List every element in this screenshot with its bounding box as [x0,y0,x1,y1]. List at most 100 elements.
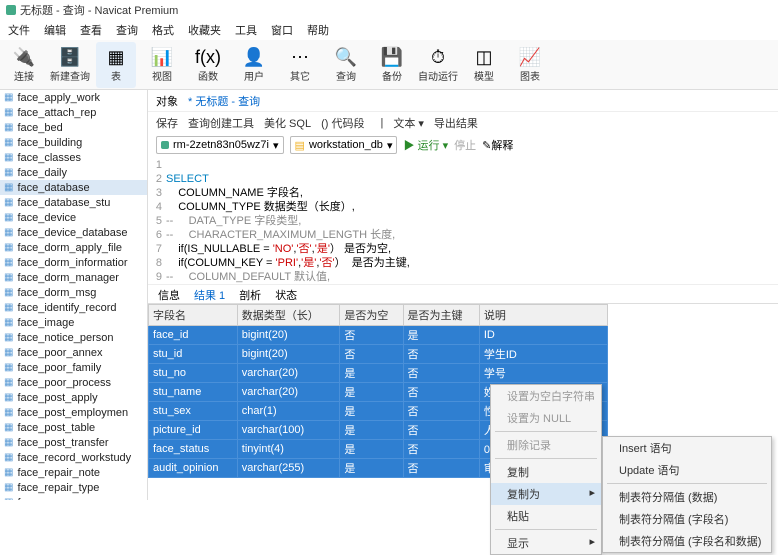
server-combo[interactable]: rm-2zetn83n05wz7i▾ [156,136,284,154]
menu-copy[interactable]: 复制 [491,461,601,483]
sidebar-item-face_image[interactable]: ▦face_image [0,315,147,330]
submenu-update[interactable]: Update 语句 [603,459,771,481]
table-icon: ▦ [4,482,13,493]
column-header[interactable]: 是否为空 [340,305,403,326]
toolbar-视图[interactable]: 📊视图 [142,42,182,88]
text-button[interactable]: 文本 ▾ [393,115,424,131]
menu-display[interactable]: 显示▸ [491,532,601,554]
sidebar-item-face_device[interactable]: ▦face_device [0,210,147,225]
sql-editor[interactable]: 123456789 SELECT COLUMN_NAME 字段名, COLUMN… [148,156,778,284]
sidebar-item-face_notice_person[interactable]: ▦face_notice_person [0,330,147,345]
titlebar: 无标题 - 查询 - Navicat Premium [0,0,778,20]
column-header[interactable]: 数据类型（长） [237,305,340,326]
toolbar-图表[interactable]: 📈图表 [510,42,550,88]
sidebar-item-face_post_table[interactable]: ▦face_post_table [0,420,147,435]
tab-strip: 对象 * 无标题 - 查询 [148,90,778,112]
chevron-right-icon: ▸ [589,486,595,499]
column-header[interactable]: 是否为主键 [403,305,479,326]
menu-set-null[interactable]: 设置为 NULL [491,407,601,429]
sidebar-tree[interactable]: ▦face_apply_work▦face_attach_rep▦face_be… [0,90,148,500]
column-header[interactable]: 字段名 [149,305,238,326]
submenu-tsv-both[interactable]: 制表符分隔值 (字段名和数据) [603,530,771,552]
toolbar-自动运行[interactable]: ⏱自动运行 [418,42,458,88]
sidebar-item-face_poor_process[interactable]: ▦face_poor_process [0,375,147,390]
toolbar-查询[interactable]: 🔍查询 [326,42,366,88]
sidebar-item-face_identify_record[interactable]: ▦face_identify_record [0,300,147,315]
export-button[interactable]: 导出结果 [434,115,478,131]
sidebar-item-face_dorm_manager[interactable]: ▦face_dorm_manager [0,270,147,285]
toolbar-模型[interactable]: ◫模型 [464,42,504,88]
query-builder-button[interactable]: 查询创建工具 [188,115,254,131]
chevron-right-icon: ▸ [589,535,595,548]
menu-item[interactable]: 帮助 [307,22,329,38]
sidebar-item-face_record_workstudy[interactable]: ▦face_record_workstudy [0,450,147,465]
beautify-sql-button[interactable]: 美化 SQL [264,115,311,131]
menu-item[interactable]: 窗口 [271,22,293,38]
sidebar-item-face_classes[interactable]: ▦face_classes [0,150,147,165]
database-combo[interactable]: ▤workstation_db▾ [290,136,398,154]
tab-profile[interactable]: 剖析 [239,287,261,301]
toolbar-表[interactable]: ▦表 [96,42,136,88]
toolbar-连接[interactable]: 🔌连接 [4,42,44,88]
sidebar-item-face_dorm_apply_file[interactable]: ▦face_dorm_apply_file [0,240,147,255]
sidebar-item-face_repair_type[interactable]: ▦face_repair_type [0,480,147,495]
submenu-tsv-data[interactable]: 制表符分隔值 (数据) [603,486,771,508]
menu-item[interactable]: 文件 [8,22,30,38]
explain-button[interactable]: ✎解释 [482,137,513,153]
code-snippet-button[interactable]: () 代码段 [321,115,364,131]
table-row[interactable]: face_idbigint(20)否是ID [149,326,608,345]
column-header[interactable]: 说明 [479,305,607,326]
run-button[interactable]: ▶ 运行 ▾ [403,137,448,153]
menu-item[interactable]: 收藏夹 [188,22,221,38]
sidebar-item-face_apply_work[interactable]: ▦face_apply_work [0,90,147,105]
toolbar-新建查询[interactable]: 🗄️新建查询 [50,42,90,88]
sidebar-item-face_device_database[interactable]: ▦face_device_database [0,225,147,240]
sidebar-item-face_bed[interactable]: ▦face_bed [0,120,147,135]
query-toolbar: 保存 查询创建工具 美化 SQL () 代码段 | 文本 ▾ 导出结果 [148,112,778,134]
menu-paste[interactable]: 粘贴 [491,505,601,527]
sidebar-item-face_post_transfer[interactable]: ▦face_post_transfer [0,435,147,450]
tab-info[interactable]: 信息 [158,287,180,301]
table-icon: ▦ [4,197,13,208]
sidebar-item-face_daily[interactable]: ▦face_daily [0,165,147,180]
save-button[interactable]: 保存 [156,115,178,131]
result-tabs: 信息 结果 1 剖析 状态 [148,284,778,304]
sidebar-item-face_post_apply[interactable]: ▦face_post_apply [0,390,147,405]
table-icon: ▦ [4,377,13,388]
submenu-tsv-fields[interactable]: 制表符分隔值 (字段名) [603,508,771,530]
toolbar-备份[interactable]: 💾备份 [372,42,412,88]
table-icon: ▦ [4,362,13,373]
toolbar-函数[interactable]: f(x)函数 [188,42,228,88]
menu-delete-record[interactable]: 删除记录 [491,434,601,456]
tab-status[interactable]: 状态 [275,287,297,301]
main-toolbar: 🔌连接🗄️新建查询▦表📊视图f(x)函数👤用户⋯其它🔍查询💾备份⏱自动运行◫模型… [0,40,778,90]
toolbar-其它[interactable]: ⋯其它 [280,42,320,88]
sidebar-item-face_database_stu[interactable]: ▦face_database_stu [0,195,147,210]
tab-objects[interactable]: 对象 [156,93,178,109]
menu-copy-as[interactable]: 复制为▸ [491,483,601,505]
menu-item[interactable]: 查询 [116,22,138,38]
menu-item[interactable]: 工具 [235,22,257,38]
submenu-insert[interactable]: Insert 语句 [603,437,771,459]
sidebar-item-face_post_employmen[interactable]: ▦face_post_employmen [0,405,147,420]
sidebar-item-face_attach_rep[interactable]: ▦face_attach_rep [0,105,147,120]
sidebar-item-face_poor_annex[interactable]: ▦face_poor_annex [0,345,147,360]
menu-item[interactable]: 格式 [152,22,174,38]
menu-set-empty[interactable]: 设置为空白字符串 [491,385,601,407]
sidebar-item-face_building[interactable]: ▦face_building [0,135,147,150]
sidebar-item-face_dorm_informatior[interactable]: ▦face_dorm_informatior [0,255,147,270]
sidebar-item-face_room[interactable]: ▦face_room [0,495,147,500]
table-row[interactable]: stu_idbigint(20)否否学生ID [149,345,608,364]
tab-result[interactable]: 结果 1 [194,287,225,301]
sidebar-item-face_database[interactable]: ▦face_database [0,180,147,195]
stop-button[interactable]: 停止 [454,137,476,153]
sidebar-item-face_dorm_msg[interactable]: ▦face_dorm_msg [0,285,147,300]
sidebar-item-face_repair_note[interactable]: ▦face_repair_note [0,465,147,480]
menu-item[interactable]: 编辑 [44,22,66,38]
tab-query[interactable]: * 无标题 - 查询 [188,93,260,109]
sidebar-item-face_poor_family[interactable]: ▦face_poor_family [0,360,147,375]
table-row[interactable]: stu_novarchar(20)是否学号 [149,364,608,383]
toolbar-用户[interactable]: 👤用户 [234,42,274,88]
menu-item[interactable]: 查看 [80,22,102,38]
table-icon: ▦ [4,287,13,298]
